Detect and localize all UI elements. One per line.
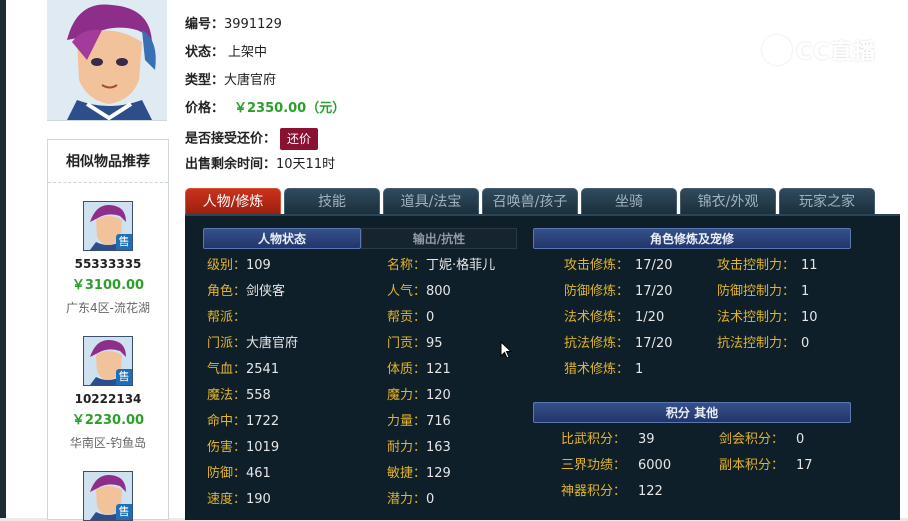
remaining-time-value: 10天11时 (276, 157, 336, 172)
cultivation-resist: 抗法修炼： 17/20 (564, 336, 673, 351)
control-attack: 攻击控制力： 11 (717, 258, 818, 273)
stat-guild-contribution: 帮贡：0 (387, 310, 435, 325)
item-status-line: 状态： 上架中 (185, 43, 267, 63)
similar-item-price: ￥3100.00 (71, 278, 145, 293)
similar-items-panel: 相似物品推荐 售 55333335 ￥3100.00 广东4区-流花湖 售 10… (47, 139, 169, 521)
stat-mp: 魔法：558 (207, 388, 271, 403)
control-defense: 防御控制力： 1 (717, 284, 810, 299)
section-points-other: 积分 其他 (533, 402, 851, 423)
tab-outfits[interactable]: 锦衣/外观 (680, 188, 776, 214)
control-spell: 法术控制力： 10 (717, 310, 818, 325)
tab-skills[interactable]: 技能 (284, 188, 380, 214)
item-id-line: 编号：3991129 (185, 15, 282, 35)
item-price-label: 价格： (185, 101, 225, 116)
stat-level: 级别：109 (207, 258, 271, 273)
cultivation-defense: 防御修炼： 17/20 (564, 284, 673, 299)
stat-potential: 潜力：0 (387, 492, 435, 507)
tab-player-home[interactable]: 玩家之家 (779, 188, 875, 214)
item-price-line: 价格： ￥2350.00（元） (185, 99, 345, 119)
item-status-label: 状态： (185, 45, 225, 60)
remaining-time-line: 出售剩余时间：10天11时 (185, 155, 335, 175)
similar-item[interactable]: 售 55333335 ￥3100.00 广东4区-流花湖 (48, 201, 168, 316)
item-status-value: 上架中 (228, 45, 268, 60)
similar-items-title: 相似物品推荐 (48, 140, 168, 183)
points-dungeon: 副本积分： 17 (719, 458, 813, 473)
stat-guild: 帮派： (207, 310, 247, 325)
cultivation-attack: 攻击修炼： 17/20 (564, 258, 673, 273)
bargain-label: 是否接受还价： (185, 131, 277, 147)
mouse-cursor-icon (500, 341, 513, 359)
sold-badge: 售 (116, 234, 132, 250)
detail-tabs: 人物/修炼 技能 道具/法宝 召唤兽/孩子 坐骑 锦衣/外观 玩家之家 (185, 188, 900, 214)
similar-item-thumbnail[interactable]: 售 (83, 336, 133, 386)
bargain-button[interactable]: 还价 (280, 128, 319, 150)
watermark-logo-icon (762, 35, 792, 65)
item-id-label: 编号： (185, 17, 225, 32)
points-artifact: 神器积分： 122 (561, 484, 663, 499)
stat-hit: 命中：1722 (207, 414, 280, 429)
tab-items-treasures[interactable]: 道具/法宝 (383, 188, 479, 214)
points-merit: 三界功绩： 6000 (561, 458, 672, 473)
cultivation-spell: 法术修炼： 1/20 (564, 310, 665, 325)
stat-school-contribution: 门贡：95 (387, 336, 443, 351)
stat-agility: 敏捷：129 (387, 466, 451, 481)
stat-hp: 气血：2541 (207, 362, 280, 377)
item-type-value: 大唐官府 (224, 73, 277, 88)
item-type-label: 类型： (185, 73, 225, 88)
similar-item[interactable]: 售 (48, 471, 168, 521)
stat-role: 角色：剑侠客 (207, 284, 286, 299)
similar-item-server[interactable]: 华南区-钓鱼岛 (48, 434, 168, 451)
remaining-time-label: 出售剩余时间： (185, 157, 277, 172)
stat-popularity: 人气：800 (387, 284, 451, 299)
similar-item-thumbnail[interactable]: 售 (83, 471, 133, 521)
cultivation-hunting: 猎术修炼： 1 (564, 362, 644, 377)
similar-item-id: 10222134 (74, 392, 142, 406)
tab-mounts[interactable]: 坐骑 (581, 188, 677, 214)
similar-item[interactable]: 售 10222134 ￥2230.00 华南区-钓鱼岛 (48, 336, 168, 451)
points-sword-meet: 剑会积分： 0 (719, 432, 805, 447)
control-resist: 抗法控制力： 0 (717, 336, 810, 351)
stat-constitution: 体质：121 (387, 362, 451, 377)
stream-watermark: CC直播 (762, 32, 876, 68)
section-character-status[interactable]: 人物状态 (203, 228, 361, 249)
stat-damage: 伤害：1019 (207, 440, 280, 455)
stat-speed: 速度：190 (207, 492, 271, 507)
similar-item-id: 55333335 (74, 257, 142, 271)
stat-strength: 力量：716 (387, 414, 451, 429)
similar-item-server[interactable]: 广东4区-流花湖 (48, 299, 168, 316)
bargain-line: 是否接受还价： 还价 (185, 128, 319, 150)
stat-school: 门派：大唐官府 (207, 336, 299, 351)
stat-defense: 防御：461 (207, 466, 271, 481)
item-price-value: ￥2350.00（元） (234, 101, 346, 116)
sold-badge: 售 (116, 369, 132, 385)
watermark-text: CC直播 (796, 40, 877, 65)
similar-item-price: ￥2230.00 (71, 413, 145, 428)
item-id-value: 3991129 (224, 17, 282, 32)
character-portrait-image (47, 0, 167, 120)
points-arena: 比武积分： 39 (561, 432, 655, 447)
section-cultivation: 角色修炼及宠修 (533, 228, 851, 249)
section-output-resist[interactable]: 输出/抗性 (361, 228, 517, 249)
character-avatar (47, 0, 167, 121)
stat-endurance: 耐力：163 (387, 440, 451, 455)
detail-panel: 人物状态 输出/抗性 角色修炼及宠修 积分 其他 级别：109 角色：剑侠客 帮… (185, 214, 900, 520)
tab-character-cultivation[interactable]: 人物/修炼 (185, 188, 281, 214)
stat-name: 名称：丁妮·格菲儿 (387, 258, 496, 273)
similar-item-thumbnail[interactable]: 售 (83, 201, 133, 251)
tab-summons-children[interactable]: 召唤兽/孩子 (482, 188, 578, 214)
item-type-line: 类型：大唐官府 (185, 71, 276, 91)
stat-magic: 魔力：120 (387, 388, 451, 403)
